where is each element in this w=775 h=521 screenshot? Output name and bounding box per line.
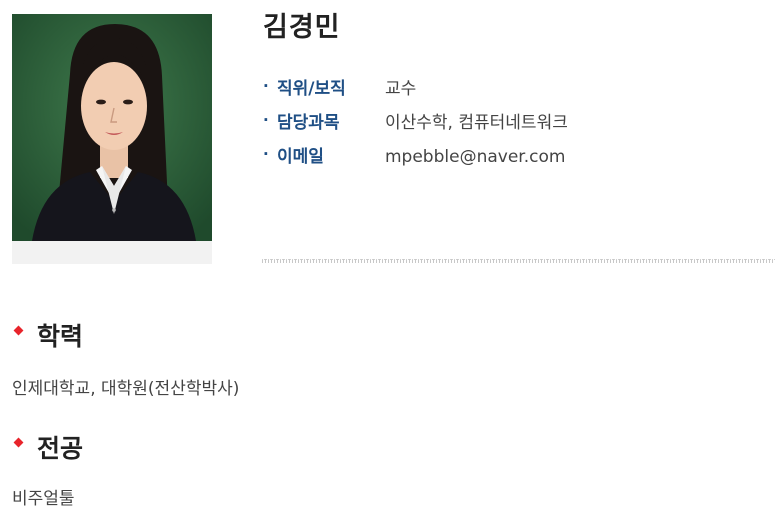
major-body: 비주얼툴 — [12, 489, 75, 509]
bullet-dot-icon: · — [263, 111, 269, 129]
diamond-icon — [13, 437, 24, 447]
profile-photo-frame — [12, 14, 212, 264]
dotted-divider — [262, 259, 775, 263]
email-value: mpebble@naver.com — [385, 147, 566, 167]
position-value: 교수 — [385, 79, 417, 99]
info-row-courses: · 담당과목 이산수학, 컴퓨터네트워크 — [263, 108, 568, 142]
courses-label: 담당과목 — [277, 113, 340, 133]
profile-photo — [12, 14, 212, 241]
bullet-dot-icon: · — [263, 77, 269, 95]
info-row-email: · 이메일 mpebble@naver.com — [263, 142, 568, 176]
portrait-image — [12, 14, 212, 241]
courses-value: 이산수학, 컴퓨터네트워크 — [385, 113, 568, 133]
position-label: 직위/보직 — [277, 79, 346, 99]
education-body: 인제대학교, 대학원(전산학박사) — [12, 379, 240, 399]
major-heading: 전공 — [12, 432, 83, 466]
info-row-position: · 직위/보직 교수 — [263, 74, 568, 108]
profile-name: 김경민 — [263, 12, 341, 43]
email-label: 이메일 — [277, 147, 324, 167]
education-heading: 학력 — [12, 320, 83, 354]
diamond-icon — [13, 325, 24, 335]
education-title: 학력 — [37, 322, 84, 351]
major-title: 전공 — [37, 434, 84, 463]
profile-info-list: · 직위/보직 교수 · 담당과목 이산수학, 컴퓨터네트워크 · 이메일 mp… — [263, 74, 568, 176]
bullet-dot-icon: · — [263, 145, 269, 163]
